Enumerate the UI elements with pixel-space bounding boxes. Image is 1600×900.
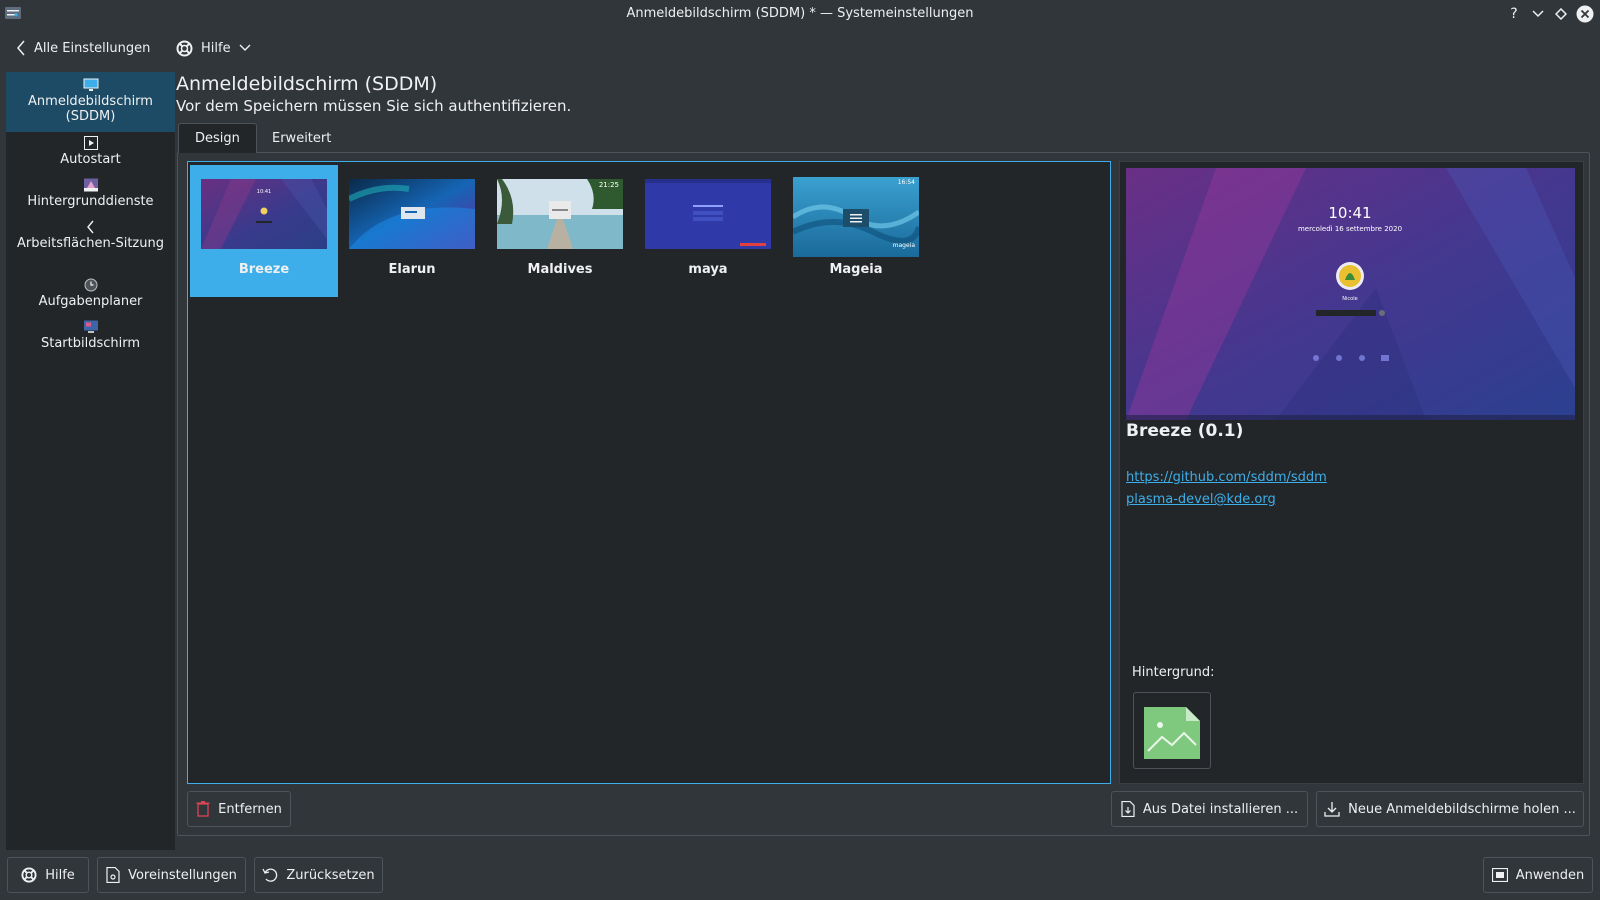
chevron-down-icon bbox=[239, 44, 251, 51]
sidebar-item-services[interactable]: Hintergrunddienste bbox=[6, 178, 175, 216]
toolbar-help-button[interactable]: Hilfe bbox=[176, 34, 251, 62]
thumbnail-logo: mageia bbox=[893, 242, 916, 249]
remove-label: Entfernen bbox=[218, 801, 282, 817]
minimize-icon[interactable] bbox=[1529, 5, 1547, 23]
splash-icon bbox=[83, 320, 98, 333]
theme-grid: 10:41 Breeze Elarun 21:25 Maldives maya … bbox=[187, 161, 1111, 784]
tab-design[interactable]: Design bbox=[178, 123, 257, 153]
apply-label: Anwenden bbox=[1515, 867, 1585, 883]
preview-theme-title: Breeze (0.1) bbox=[1126, 421, 1244, 441]
back-label: Alle Einstellungen bbox=[34, 40, 151, 56]
defaults-label: Voreinstellungen bbox=[128, 867, 237, 883]
preview-clock: 10:41 bbox=[1328, 204, 1371, 222]
email-link[interactable]: plasma-devel@kde.org bbox=[1126, 492, 1276, 507]
theme-thumbnail bbox=[349, 179, 475, 249]
preview-user: Nicole bbox=[1342, 296, 1357, 302]
undo-icon bbox=[262, 868, 278, 882]
sidebar-item-label: Arbeitsflächen-Sitzung bbox=[17, 236, 164, 251]
footer-help-label: Hilfe bbox=[45, 867, 75, 883]
thumbnail-clock: 21:25 bbox=[599, 181, 619, 189]
theme-item-breeze[interactable]: 10:41 Breeze bbox=[190, 165, 338, 297]
sidebar-item-sddm[interactable]: Anmeldebildschirm (SDDM) bbox=[6, 72, 175, 132]
close-icon[interactable] bbox=[1576, 5, 1594, 23]
get-new-themes-button[interactable]: Neue Anmeldebildschirme holen ... bbox=[1316, 791, 1584, 827]
install-from-file-label: Aus Datei installieren ... bbox=[1142, 801, 1299, 817]
theme-name: Breeze bbox=[238, 262, 290, 277]
trash-icon bbox=[196, 801, 210, 817]
sidebar-item-label: Startbildschirm bbox=[40, 336, 141, 351]
back-button[interactable]: Alle Einstellungen bbox=[16, 34, 150, 62]
preview-date: mercoledì 16 settembre 2020 bbox=[1298, 225, 1402, 233]
services-icon bbox=[83, 178, 98, 192]
reset-label: Zurücksetzen bbox=[286, 867, 375, 883]
sidebar-item-splash[interactable]: Startbildschirm bbox=[6, 320, 175, 358]
sidebar-item-autostart[interactable]: Autostart bbox=[6, 136, 175, 174]
theme-thumbnail bbox=[645, 179, 771, 249]
chevron-left-icon bbox=[17, 40, 25, 56]
install-from-file-button[interactable]: Aus Datei installieren ... bbox=[1111, 791, 1308, 827]
thumbnail-clock: 10:41 bbox=[257, 189, 271, 195]
monitor-icon bbox=[83, 78, 98, 91]
tab-advanced[interactable]: Erweitert bbox=[256, 123, 347, 153]
document-icon bbox=[106, 867, 120, 883]
page-subtitle: Vor dem Speichern müssen Sie sich authen… bbox=[176, 97, 572, 115]
theme-preview-image: 10:41 mercoledì 16 settembre 2020 Nicole bbox=[1126, 168, 1575, 420]
footer-help-button[interactable]: Hilfe bbox=[7, 857, 89, 893]
clock-icon bbox=[84, 278, 97, 292]
sidebar: Anmeldebildschirm (SDDM) Autostart Hinte… bbox=[6, 72, 175, 850]
theme-item-mageia[interactable]: 16:54 mageia Mageia bbox=[782, 165, 930, 297]
sidebar-item-label: Autostart bbox=[60, 152, 121, 167]
background-label: Hintergrund: bbox=[1132, 665, 1215, 680]
page-title: Anmeldebildschirm (SDDM) bbox=[176, 73, 438, 95]
theme-name: Mageia bbox=[829, 262, 883, 277]
sidebar-item-label: Aufgabenplaner bbox=[38, 294, 143, 309]
apply-button[interactable]: Anwenden bbox=[1483, 857, 1593, 893]
theme-thumbnail: 21:25 bbox=[497, 179, 623, 249]
theme-name: Elarun bbox=[388, 262, 436, 277]
homepage-link[interactable]: https://github.com/sddm/sddm bbox=[1126, 470, 1327, 485]
theme-item-maldives[interactable]: 21:25 Maldives bbox=[486, 165, 634, 297]
theme-item-elarun[interactable]: Elarun bbox=[338, 165, 486, 297]
download-icon bbox=[1324, 802, 1340, 817]
reset-button[interactable]: Zurücksetzen bbox=[254, 857, 383, 893]
document-import-icon bbox=[1121, 801, 1135, 817]
lifebuoy-icon bbox=[176, 40, 193, 56]
thumbnail-clock: 16:54 bbox=[898, 179, 915, 186]
help-icon[interactable]: ? bbox=[1505, 5, 1523, 23]
lifebuoy-icon bbox=[21, 867, 37, 883]
defaults-button[interactable]: Voreinstellungen bbox=[97, 857, 246, 893]
sidebar-item-label: Hintergrunddienste bbox=[27, 194, 154, 209]
window-title: Anmeldebildschirm (SDDM) * — Systemeinst… bbox=[626, 6, 974, 21]
image-file-icon bbox=[1144, 707, 1200, 759]
theme-name: Maldives bbox=[527, 262, 593, 277]
get-new-themes-label: Neue Anmeldebildschirme holen ... bbox=[1348, 801, 1576, 817]
background-picker[interactable] bbox=[1133, 692, 1211, 769]
apply-icon bbox=[1491, 868, 1508, 882]
maximize-icon[interactable] bbox=[1552, 5, 1570, 23]
sidebar-item-session[interactable]: Arbeitsflächen-Sitzung bbox=[6, 220, 175, 276]
theme-thumbnail: 16:54 mageia bbox=[793, 177, 919, 257]
sidebar-item-scheduler[interactable]: Aufgabenplaner bbox=[6, 278, 175, 316]
theme-thumbnail: 10:41 bbox=[201, 179, 327, 249]
theme-name: maya bbox=[688, 262, 728, 277]
theme-item-maya[interactable]: maya bbox=[634, 165, 782, 297]
chevron-left-icon bbox=[86, 220, 94, 234]
remove-button[interactable]: Entfernen bbox=[187, 791, 291, 827]
sidebar-item-label: Anmeldebildschirm (SDDM) bbox=[28, 94, 153, 124]
toolbar-help-label: Hilfe bbox=[201, 40, 231, 56]
autostart-icon bbox=[83, 136, 98, 150]
